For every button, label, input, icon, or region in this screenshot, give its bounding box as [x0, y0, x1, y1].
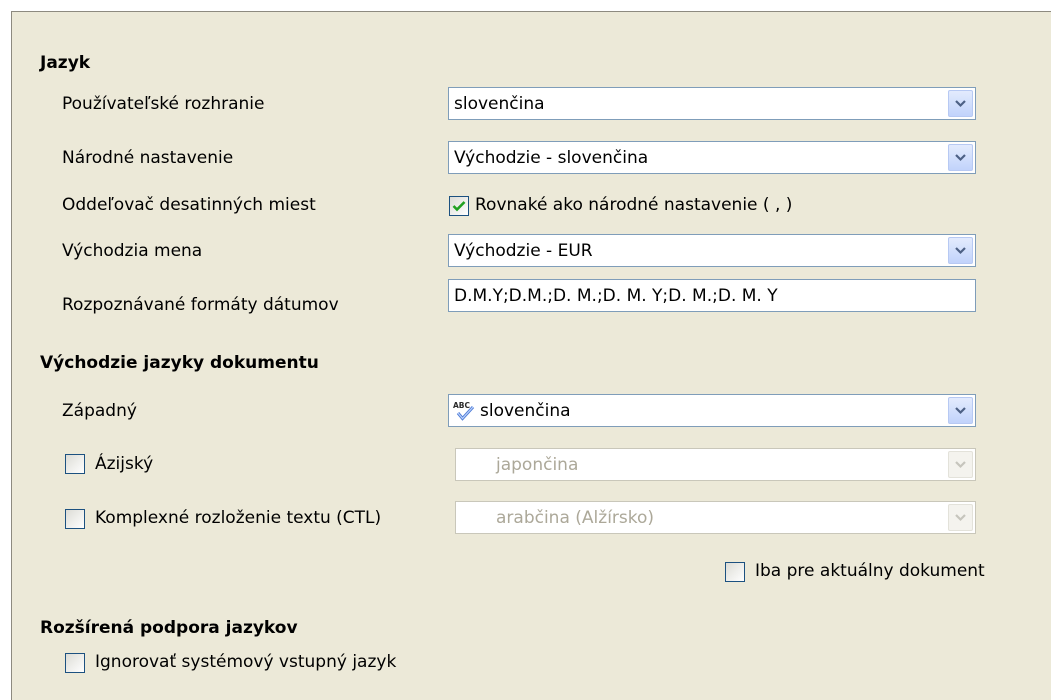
spellcheck-abc-icon: ABC	[453, 401, 475, 421]
svg-text:ABC: ABC	[453, 401, 471, 410]
section-title-enhanced-language-support: Rozšírená podpora jazykov	[40, 618, 298, 638]
ctl-language-dropdown[interactable]: arabčina (Alžírsko)	[455, 501, 976, 534]
current-document-only-checkbox[interactable]	[725, 562, 745, 582]
date-patterns-value: D.M.Y;D.M.;D. M.;D. M. Y;D. M.;D. M. Y	[454, 286, 778, 306]
chevron-down-icon[interactable]	[948, 237, 973, 264]
western-language-value: slovenčina	[480, 401, 571, 421]
date-patterns-label: Rozpoznávané formáty dátumov	[62, 295, 339, 315]
chevron-down-icon[interactable]	[948, 144, 973, 171]
section-title-document-languages: Východzie jazyky dokumentu	[40, 353, 319, 373]
chevron-down-icon	[948, 504, 973, 531]
decimal-separator-checkbox[interactable]	[449, 196, 469, 216]
ignore-system-input-checkbox[interactable]	[65, 653, 85, 673]
ctl-checkbox[interactable]	[65, 509, 85, 529]
checkmark-icon	[452, 201, 466, 212]
default-currency-dropdown[interactable]: Východzie - EUR	[448, 234, 976, 267]
locale-dropdown[interactable]: Východzie - slovenčina	[448, 141, 976, 174]
western-language-dropdown[interactable]: ABC slovenčina	[448, 394, 976, 427]
ignore-system-input-label[interactable]: Ignorovať systémový vstupný jazyk	[95, 652, 396, 672]
asian-label[interactable]: Ázijský	[95, 454, 153, 474]
ctl-label[interactable]: Komplexné rozloženie textu (CTL)	[95, 508, 381, 528]
chevron-down-icon	[948, 451, 973, 478]
western-label: Západný	[62, 401, 137, 421]
default-currency-value: Východzie - EUR	[454, 241, 593, 261]
asian-language-dropdown[interactable]: japončina	[455, 448, 976, 481]
language-settings-panel: Jazyk Používateľské rozhranie slovenčina…	[11, 11, 1051, 700]
locale-label: Národné nastavenie	[62, 148, 234, 168]
user-interface-value: slovenčina	[454, 94, 545, 114]
decimal-separator-label: Oddeľovač desatinných miest	[62, 195, 316, 215]
section-title-language: Jazyk	[40, 53, 91, 73]
decimal-separator-checkbox-label[interactable]: Rovnaké ako národné nastavenie ( , )	[475, 195, 792, 215]
asian-language-value: japončina	[496, 455, 579, 475]
asian-checkbox[interactable]	[65, 454, 85, 474]
locale-value: Východzie - slovenčina	[454, 148, 649, 168]
date-patterns-input[interactable]: D.M.Y;D.M.;D. M.;D. M. Y;D. M.;D. M. Y	[448, 279, 976, 312]
user-interface-label: Používateľské rozhranie	[62, 94, 265, 114]
current-document-only-label[interactable]: Iba pre aktuálny dokument	[755, 561, 985, 581]
chevron-down-icon[interactable]	[948, 90, 973, 117]
default-currency-label: Východzia mena	[62, 241, 203, 261]
chevron-down-icon[interactable]	[948, 397, 973, 424]
user-interface-dropdown[interactable]: slovenčina	[448, 87, 976, 120]
ctl-language-value: arabčina (Alžírsko)	[496, 508, 655, 528]
